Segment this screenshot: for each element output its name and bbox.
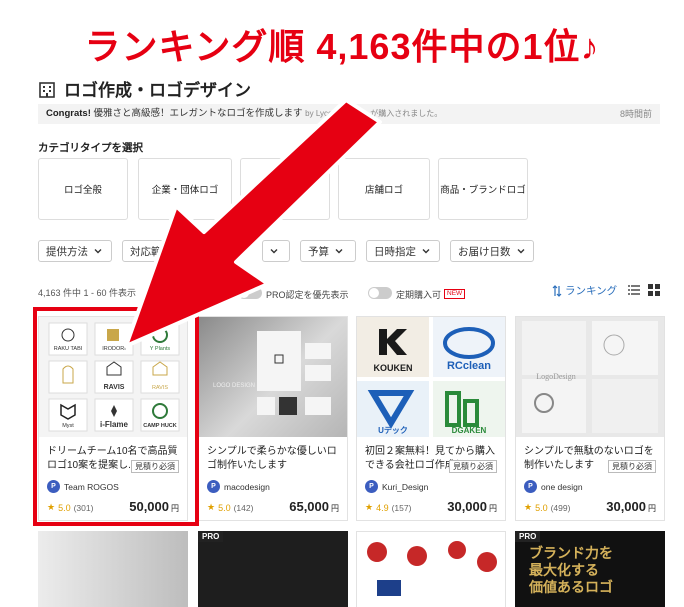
red-arrow-icon — [124, 98, 382, 348]
